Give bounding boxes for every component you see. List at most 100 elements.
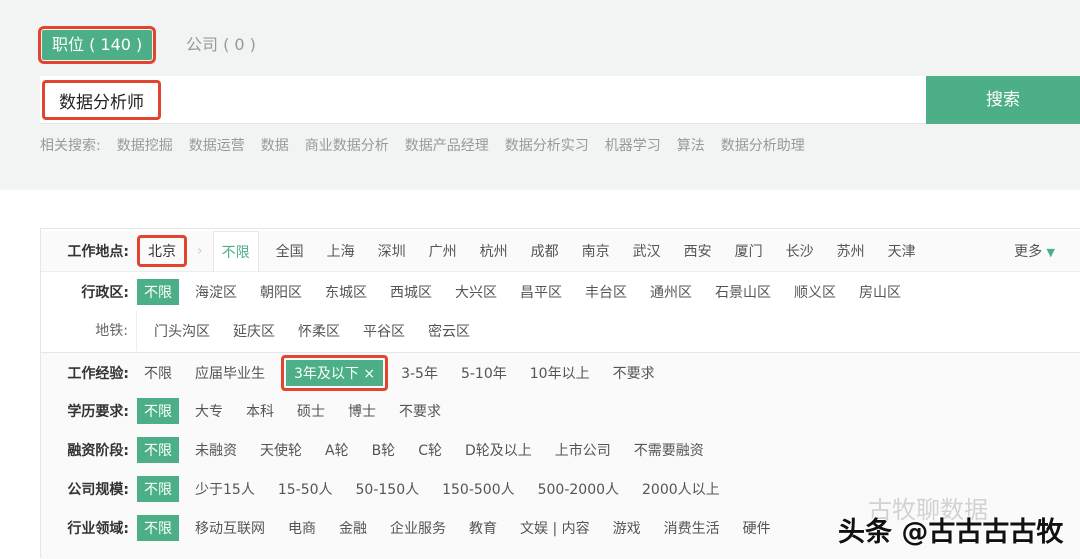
tab-jobs[interactable]: 职位 ( 140 ) bbox=[37, 26, 157, 64]
filter-option[interactable]: 150-500人 bbox=[435, 476, 522, 502]
filter-option[interactable]: 上市公司 bbox=[548, 437, 618, 463]
filter-option[interactable]: 长沙 bbox=[779, 238, 821, 264]
filter-label: 工作经验: bbox=[67, 365, 129, 382]
filter-option[interactable]: 昌平区 bbox=[513, 279, 569, 305]
filter-option[interactable]: 大兴区 bbox=[448, 279, 504, 305]
filter-option[interactable]: 通州区 bbox=[643, 279, 699, 305]
filter-option[interactable]: 少于15人 bbox=[188, 476, 262, 502]
filter-option[interactable]: 大专 bbox=[188, 398, 230, 424]
filter-option[interactable]: 广州 bbox=[422, 238, 464, 264]
filter-option[interactable]: 全国 bbox=[269, 238, 311, 264]
filter-option[interactable]: 西安 bbox=[677, 238, 719, 264]
related-link[interactable]: 数据挖掘 bbox=[117, 135, 173, 155]
filter-option[interactable]: 厦门 bbox=[728, 238, 770, 264]
filter-option[interactable]: 门头沟区 bbox=[147, 318, 217, 344]
filter-option[interactable]: 不限 bbox=[137, 360, 179, 386]
filter-option[interactable]: 深圳 bbox=[371, 238, 413, 264]
filter-education: 学历要求: 不限 大专 本科 硕士 博士 不要求 bbox=[41, 391, 1080, 431]
filter-option[interactable]: 西城区 bbox=[383, 279, 439, 305]
more-label: 更多 bbox=[1014, 244, 1043, 260]
filter-option[interactable]: 硕士 bbox=[290, 398, 332, 424]
search-input[interactable]: 数据分析师 bbox=[40, 76, 926, 124]
filter-option[interactable]: 延庆区 bbox=[226, 318, 282, 344]
search-button[interactable]: 搜索 bbox=[926, 76, 1080, 124]
experience-selected-chip[interactable]: 3年及以下 × bbox=[281, 354, 389, 391]
filter-district: 行政区: 不限 海淀区 朝阳区 东城区 西城区 大兴区 昌平区 丰台区 通州区 石景山区 顺义区 房山… bbox=[41, 271, 1080, 311]
filter-label: 行业领域: bbox=[67, 521, 129, 537]
city-unlimited[interactable]: 不限 bbox=[212, 230, 259, 272]
filter-option[interactable]: 硬件 bbox=[736, 515, 778, 541]
filter-location: 工作地点: 北京 › 不限 全国 上海 深圳 广州 杭州 成都 南京 武汉 西安 厦门 长沙 苏州 天津… bbox=[41, 230, 1080, 272]
filter-option[interactable]: 不要求 bbox=[392, 398, 448, 424]
filter-label: 公司规模: bbox=[67, 482, 129, 498]
filter-option[interactable]: 不限 bbox=[137, 278, 179, 305]
filter-option[interactable]: 不要求 bbox=[606, 360, 662, 386]
filter-option[interactable]: 博士 bbox=[341, 398, 383, 424]
related-link[interactable]: 数据运营 bbox=[189, 135, 245, 155]
filter-option[interactable]: 500-2000人 bbox=[531, 476, 626, 502]
filter-option[interactable]: 密云区 bbox=[421, 318, 477, 344]
related-link[interactable]: 数据分析助理 bbox=[721, 135, 805, 155]
filter-option[interactable]: 房山区 bbox=[852, 279, 908, 305]
filter-option[interactable]: 天津 bbox=[881, 238, 923, 264]
filter-option[interactable]: 朝阳区 bbox=[253, 279, 309, 305]
tab-companies[interactable]: 公司 ( 0 ) bbox=[176, 30, 266, 60]
filter-option[interactable]: 上海 bbox=[320, 238, 362, 264]
filter-option[interactable]: 天使轮 bbox=[253, 437, 309, 463]
filter-option[interactable]: 游戏 bbox=[606, 515, 648, 541]
related-searches: 相关搜索: 数据挖掘 数据运营 数据 商业数据分析 数据产品经理 数据分析实习 … bbox=[40, 135, 821, 155]
filter-label: 融资阶段: bbox=[67, 443, 129, 459]
filter-option[interactable]: 企业服务 bbox=[383, 515, 453, 541]
filter-option[interactable]: 东城区 bbox=[318, 279, 374, 305]
filter-option[interactable]: 移动互联网 bbox=[188, 515, 272, 541]
related-link[interactable]: 数据分析实习 bbox=[505, 135, 589, 155]
filter-option[interactable]: 不限 bbox=[137, 476, 179, 502]
filter-option[interactable]: 顺义区 bbox=[787, 279, 843, 305]
filter-option[interactable]: 电商 bbox=[281, 515, 323, 541]
city-selector[interactable]: 北京 bbox=[137, 235, 187, 267]
filter-option[interactable]: 苏州 bbox=[830, 238, 872, 264]
filter-option[interactable]: 不限 bbox=[137, 437, 179, 463]
filter-option[interactable]: 怀柔区 bbox=[291, 318, 347, 344]
filter-option[interactable]: 未融资 bbox=[188, 437, 244, 463]
filter-option[interactable]: C轮 bbox=[411, 437, 449, 463]
more-cities-button[interactable]: 更多 ▼ bbox=[1014, 241, 1055, 261]
filter-option[interactable]: 不限 bbox=[137, 398, 179, 424]
filter-option[interactable]: 丰台区 bbox=[578, 279, 634, 305]
filter-option[interactable]: 金融 bbox=[332, 515, 374, 541]
filter-option[interactable]: A轮 bbox=[318, 437, 356, 463]
filter-option[interactable]: 成都 bbox=[524, 238, 566, 264]
filter-option[interactable]: 不需要融资 bbox=[627, 437, 711, 463]
filter-option[interactable]: 平谷区 bbox=[356, 318, 412, 344]
filter-option[interactable]: B轮 bbox=[365, 437, 403, 463]
filter-option[interactable]: 3-5年 bbox=[394, 360, 445, 386]
toutiao-watermark: 头条 @古古古古牧 bbox=[838, 517, 1064, 548]
filter-option[interactable]: 武汉 bbox=[626, 238, 668, 264]
filter-option[interactable]: 50-150人 bbox=[349, 476, 427, 502]
filter-option[interactable]: 10年以上 bbox=[523, 360, 597, 386]
related-link[interactable]: 数据产品经理 bbox=[405, 135, 489, 155]
filter-option[interactable]: 海淀区 bbox=[188, 279, 244, 305]
filter-option[interactable]: 石景山区 bbox=[708, 279, 778, 305]
related-link[interactable]: 算法 bbox=[677, 135, 705, 155]
filter-option[interactable]: 消费生活 bbox=[657, 515, 727, 541]
filter-option[interactable]: 5-10年 bbox=[454, 360, 514, 386]
filter-option[interactable]: 本科 bbox=[239, 398, 281, 424]
related-link[interactable]: 数据 bbox=[261, 135, 289, 155]
filter-option[interactable]: D轮及以上 bbox=[458, 437, 539, 463]
filter-label: 行政区: bbox=[81, 284, 129, 301]
filter-option[interactable]: 教育 bbox=[462, 515, 504, 541]
related-link[interactable]: 机器学习 bbox=[605, 135, 661, 155]
filter-subway: 地铁: 门头沟区 延庆区 怀柔区 平谷区 密云区 bbox=[41, 311, 1080, 351]
filter-label: 学历要求: bbox=[67, 404, 129, 420]
filter-option[interactable]: 15-50人 bbox=[271, 476, 340, 502]
filter-option[interactable]: 南京 bbox=[575, 238, 617, 264]
filter-option[interactable]: 应届毕业生 bbox=[188, 360, 272, 386]
filter-option[interactable]: 2000人以上 bbox=[635, 476, 727, 502]
filter-funding: 融资阶段: 不限 未融资 天使轮 A轮 B轮 C轮 D轮及以上 上市公司 不需要融资 bbox=[41, 430, 1080, 470]
filter-option[interactable]: 文娱 | 内容 bbox=[513, 515, 597, 541]
filter-option[interactable]: 杭州 bbox=[473, 238, 515, 264]
chevron-right-icon: › bbox=[197, 243, 203, 259]
related-link[interactable]: 商业数据分析 bbox=[305, 135, 389, 155]
filter-option[interactable]: 不限 bbox=[137, 515, 179, 541]
